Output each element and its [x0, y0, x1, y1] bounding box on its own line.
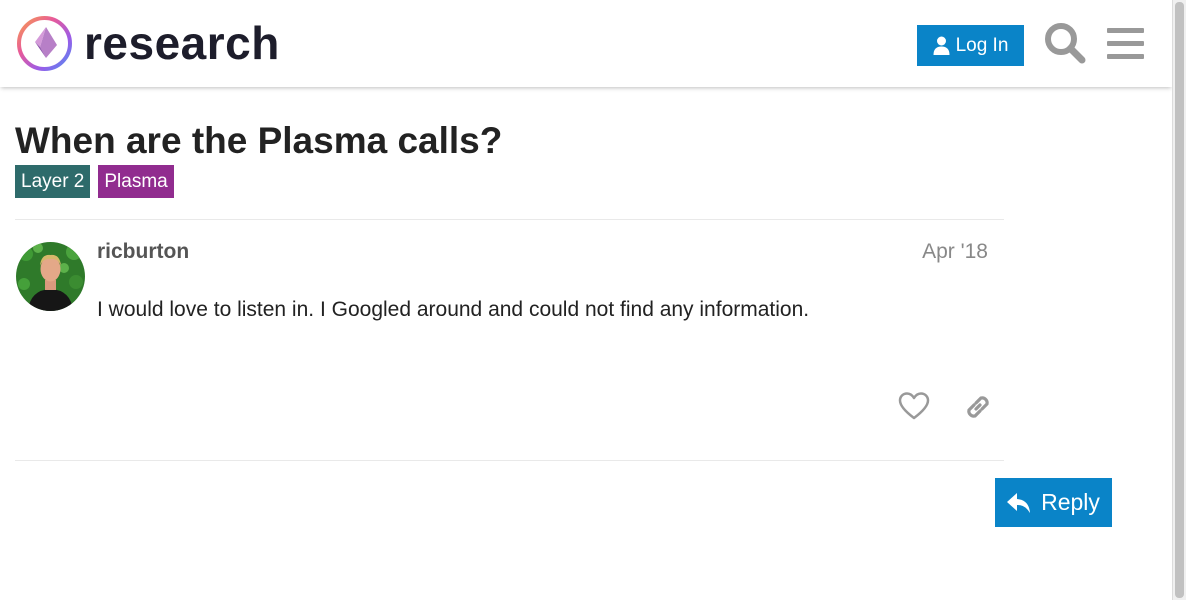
heart-icon[interactable]: [898, 391, 930, 421]
logo-icon: [17, 16, 72, 71]
post-username[interactable]: ricburton: [97, 240, 189, 264]
scrollbar-thumb[interactable]: [1175, 2, 1184, 598]
hamburger-menu-icon[interactable]: [1107, 25, 1144, 62]
reply-arrow-icon: [1007, 492, 1031, 513]
search-icon[interactable]: [1043, 21, 1087, 65]
post-date[interactable]: Apr '18: [900, 240, 988, 264]
user-photo: [16, 242, 85, 311]
login-button[interactable]: Log In: [917, 25, 1024, 66]
home-logo-link[interactable]: research: [16, 15, 280, 72]
reply-label: Reply: [1041, 489, 1100, 515]
login-label: Log In: [955, 34, 1009, 56]
topic-divider: [15, 219, 1004, 220]
user-icon: [933, 36, 950, 55]
tag-plasma[interactable]: Plasma: [98, 165, 174, 198]
post-divider: [15, 460, 1004, 461]
tag-layer-2[interactable]: Layer 2: [15, 165, 91, 198]
page-scrollbar[interactable]: [1172, 0, 1186, 600]
link-icon[interactable]: [962, 391, 994, 423]
avatar[interactable]: [16, 242, 85, 311]
topic-title[interactable]: When are the Plasma calls?: [15, 120, 502, 162]
site-header: research Log In: [0, 0, 1172, 87]
site-name: research: [84, 17, 280, 69]
page: research Log In When are the Plasma call…: [0, 0, 1172, 600]
topic-tags: Layer 2 Plasma: [15, 165, 174, 198]
reply-button[interactable]: Reply: [995, 478, 1112, 527]
post-body: I would love to listen in. I Googled aro…: [97, 298, 810, 321]
